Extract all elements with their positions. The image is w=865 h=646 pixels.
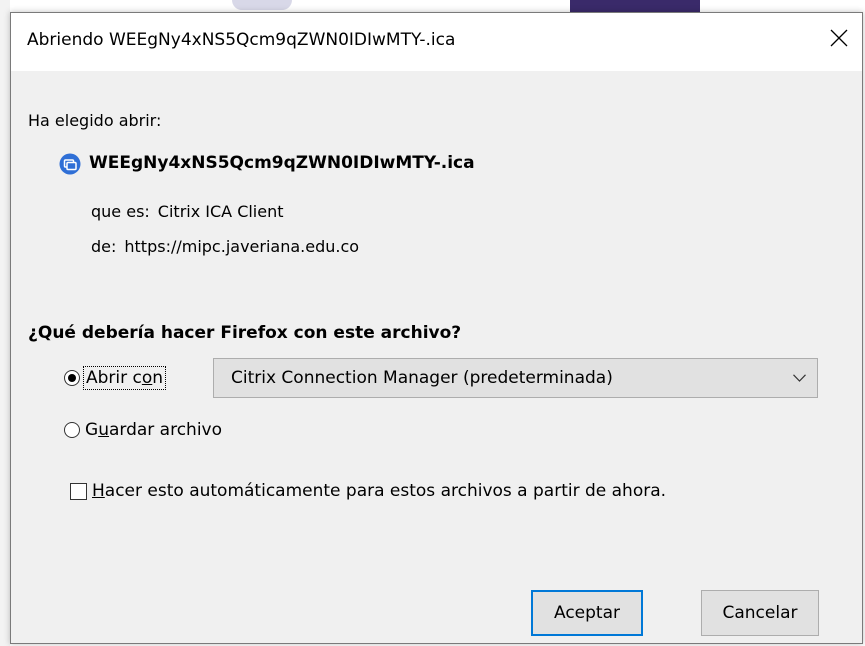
open-with-label[interactable]: Abrir con	[82, 366, 167, 390]
close-icon	[830, 29, 848, 47]
save-file-label-accel: u	[98, 420, 109, 440]
open-with-radio[interactable]: Abrir con	[64, 366, 167, 390]
title-bar[interactable]: Abriendo WEEgNy4xNS5Qcm9qZWN0IDIwMTY-.ic…	[11, 13, 862, 71]
file-type-label: que es:	[91, 202, 150, 221]
citrix-file-icon	[59, 153, 81, 175]
chevron-down-icon[interactable]	[781, 374, 817, 382]
application-select-value: Citrix Connection Manager (predeterminad…	[231, 368, 613, 388]
auto-action-checkbox[interactable]	[70, 482, 87, 500]
background-fragment	[570, 0, 700, 12]
auto-action-label-accel: H	[92, 481, 105, 501]
file-name: WEEgNy4xNS5Qcm9qZWN0IDIwMTY-.ica	[89, 153, 475, 173]
file-source-value: https://mipc.javeriana.edu.co	[124, 237, 360, 256]
auto-action-label-part: acer esto automáticamente para estos arc…	[104, 481, 667, 501]
auto-action-label[interactable]: Hacer esto automáticamente para estos ar…	[92, 481, 666, 501]
open-with-label-part: Abrir c	[86, 368, 142, 388]
save-file-radio[interactable]: Guardar archivo	[64, 420, 222, 440]
radio-selected-dot	[68, 374, 76, 382]
save-file-radio-circle[interactable]	[64, 422, 80, 438]
background-fragment	[232, 0, 292, 10]
open-with-radio-circle[interactable]	[64, 370, 80, 386]
save-file-label-part: G	[85, 420, 99, 440]
close-button[interactable]	[816, 13, 862, 63]
file-source-label: de:	[91, 237, 117, 256]
accept-button[interactable]: Aceptar	[531, 590, 643, 636]
file-type-value: Citrix ICA Client	[157, 202, 284, 221]
chosen-label: Ha elegido abrir:	[28, 111, 162, 130]
open-with-label-part: n	[152, 368, 164, 388]
auto-action-checkbox-row[interactable]: Hacer esto automáticamente para estos ar…	[70, 481, 666, 501]
open-with-label-accel: o	[141, 368, 153, 388]
background-window-top	[0, 0, 865, 12]
save-file-label[interactable]: Guardar archivo	[85, 420, 222, 440]
application-select[interactable]: Citrix Connection Manager (predeterminad…	[213, 358, 818, 398]
action-question: ¿Qué debería hacer Firefox con este arch…	[28, 323, 462, 343]
file-type-row: que es: Citrix ICA Client	[91, 202, 284, 221]
background-window-left	[0, 0, 10, 646]
window-title: Abriendo WEEgNy4xNS5Qcm9qZWN0IDIwMTY-.ic…	[27, 30, 456, 50]
file-source-row: de: https://mipc.javeriana.edu.co	[91, 237, 359, 256]
dialog-content: Ha elegido abrir: WEEgNy4xNS5Qcm9qZWN0ID…	[11, 71, 862, 643]
screen: Abriendo WEEgNy4xNS5Qcm9qZWN0IDIwMTY-.ic…	[0, 0, 865, 646]
cancel-button[interactable]: Cancelar	[701, 590, 819, 636]
download-dialog: Abriendo WEEgNy4xNS5Qcm9qZWN0IDIwMTY-.ic…	[10, 12, 863, 644]
save-file-label-part: ardar archivo	[108, 420, 223, 440]
